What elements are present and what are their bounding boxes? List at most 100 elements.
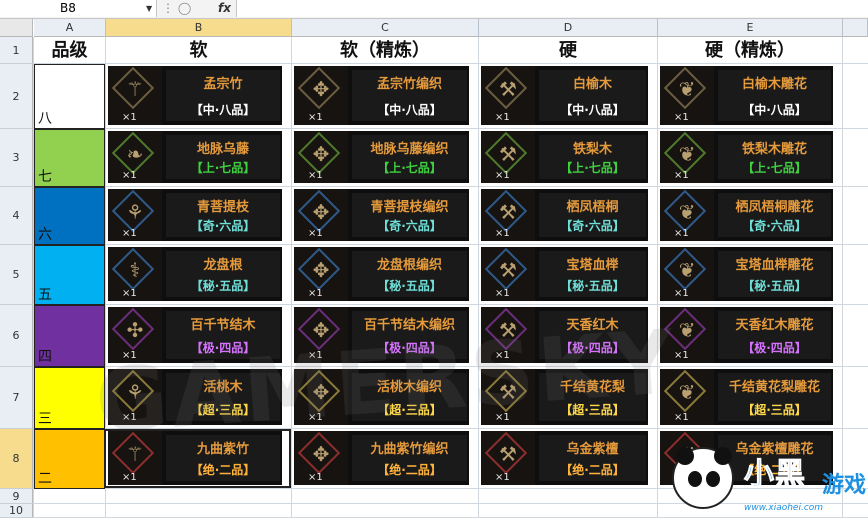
material-item[interactable]: ❦ ×1 栖凤梧桐雕花 【奇·六品】 (660, 189, 833, 241)
grade-cell[interactable]: 七 (34, 129, 105, 187)
item-name: 百千节结木 (190, 318, 256, 333)
row-header-4[interactable]: 4 (0, 187, 33, 245)
item-grade: 【绝·二品】 (377, 463, 442, 477)
material-item[interactable]: ✥ ×1 龙盘根编织 【秘·五品】 (294, 247, 469, 301)
item-name: 天香红木雕花 (735, 318, 814, 333)
item-count: ×1 (495, 288, 510, 299)
material-item[interactable]: ✥ ×1 九曲紫竹编织 【绝·二品】 (294, 431, 469, 485)
item-grade: 【奇·六品】 (190, 219, 256, 233)
item-label-panel: 千结黄花梨雕花 【超·三品】 (718, 373, 831, 421)
grade-cell[interactable]: 五 (34, 245, 105, 305)
material-item[interactable]: ⚒ ×1 宝塔血榉 【秘·五品】 (481, 247, 648, 301)
row-header-3[interactable]: 3 (0, 129, 33, 187)
item-label-panel: 白榆木 【中·八品】 (539, 70, 646, 121)
grade-label: 四 (38, 349, 52, 365)
item-count: ×1 (308, 228, 323, 239)
material-item[interactable]: ✥ ×1 青菩提枝编织 【奇·六品】 (294, 189, 469, 241)
item-count: ×1 (495, 228, 510, 239)
name-box[interactable]: B8 ▼ (0, 0, 157, 17)
item-count: ×1 (674, 412, 689, 423)
grade-cell[interactable]: 六 (34, 187, 105, 245)
material-item[interactable]: ⚒ ×1 栖凤梧桐 【奇·六品】 (481, 189, 648, 241)
select-all-corner[interactable] (0, 19, 33, 37)
item-icon-box: ✥ ×1 (294, 431, 348, 485)
item-grade: 【奇·六品】 (560, 219, 625, 233)
insert-function-icon[interactable]: fx (218, 0, 231, 17)
column-header-c[interactable]: C (292, 19, 479, 37)
material-item[interactable]: ❦ ×1 宝塔血榉雕花 【秘·五品】 (660, 247, 833, 301)
item-name: 宝塔血榉雕花 (735, 258, 814, 273)
wood-icon: ⚒ (499, 258, 517, 282)
knot-wood-icon: ✣ (126, 318, 144, 342)
material-item[interactable]: ⚒ ×1 铁梨木 【上·七品】 (481, 131, 648, 183)
material-item[interactable]: ❦ ×1 天香红木雕花 【极·四品】 (660, 307, 833, 363)
row-header-5[interactable]: 5 (0, 245, 33, 305)
row-header-8[interactable]: 8 (0, 429, 33, 489)
column-header-f[interactable] (843, 19, 868, 37)
grade-label: 二 (38, 471, 52, 487)
item-count: ×1 (122, 288, 137, 299)
header-hard[interactable]: 硬 (479, 37, 657, 64)
logo-text-2: 游戏 (822, 473, 867, 498)
item-icon-box: ✥ ×1 (294, 247, 348, 301)
column-header-b[interactable]: B (106, 19, 292, 37)
formula-input[interactable] (236, 0, 868, 17)
row-header-9[interactable]: 9 (0, 489, 33, 504)
column-header-e[interactable]: E (658, 19, 843, 37)
wood-icon: ⚒ (499, 142, 517, 166)
row-header-10[interactable]: 10 (0, 504, 33, 518)
weave-icon: ✥ (312, 442, 330, 466)
item-icon-box: ⚒ ×1 (481, 131, 535, 183)
item-name: 九曲紫竹编织 (370, 442, 449, 457)
item-grade: 【中·八品】 (742, 103, 807, 117)
row-header-2[interactable]: 2 (0, 64, 33, 129)
material-item[interactable]: ✥ ×1 孟宗竹编织 【中·八品】 (294, 66, 469, 125)
cell-reference: B8 (60, 1, 76, 15)
vine-icon: ❧ (126, 142, 144, 166)
item-count: ×1 (122, 228, 137, 239)
grade-label: 八 (38, 111, 52, 127)
item-name: 青菩提枝编织 (370, 200, 449, 215)
item-icon-box: ⚒ ×1 (481, 189, 535, 241)
item-label-panel: 青菩提枝 【奇·六品】 (166, 193, 280, 237)
formula-bar: B8 ▼ ⋮ ◯ fx (0, 0, 868, 19)
material-item[interactable]: ⚘ ×1 青菩提枝 【奇·六品】 (108, 189, 282, 241)
row-header-6[interactable]: 6 (0, 305, 33, 367)
item-icon-box: ❦ ×1 (660, 131, 714, 183)
item-name: 地脉乌藤编织 (370, 142, 449, 157)
column-header-a[interactable]: A (34, 19, 106, 37)
item-grade: 【秘·五品】 (560, 279, 625, 293)
grade-cell[interactable]: 二 (34, 429, 105, 489)
material-item[interactable]: ❦ ×1 白榆木雕花 【中·八品】 (660, 66, 833, 125)
material-item[interactable]: ❦ ×1 铁梨木雕花 【上·七品】 (660, 131, 833, 183)
item-label-panel: 地脉乌藤 【上·七品】 (166, 135, 280, 179)
material-item[interactable]: ⚒ ×1 白榆木 【中·八品】 (481, 66, 648, 125)
material-item[interactable]: ⚚ ×1 孟宗竹 【中·八品】 (108, 66, 282, 125)
item-count: ×1 (674, 228, 689, 239)
panda-icon (672, 447, 734, 509)
name-box-dropdown-icon[interactable]: ▼ (146, 0, 152, 17)
header-hard-refined[interactable]: 硬（精炼） (658, 37, 842, 64)
item-icon-box: ✥ ×1 (294, 131, 348, 183)
wood-icon: ⚒ (499, 442, 517, 466)
item-icon-box: ⚒ ×1 (481, 247, 535, 301)
header-soft[interactable]: 软 (106, 37, 291, 64)
material-item[interactable]: ⚒ ×1 乌金紫檀 【绝·二品】 (481, 431, 648, 485)
wood-icon: ⚒ (499, 77, 517, 101)
gridline-horizontal (33, 304, 868, 305)
header-grade[interactable]: 品级 (34, 37, 105, 64)
row-header-7[interactable]: 7 (0, 367, 33, 429)
formula-bar-handle-icon[interactable]: ⋮ ◯ (162, 0, 191, 17)
material-item[interactable]: ⚕ ×1 龙盘根 【秘·五品】 (108, 247, 282, 301)
header-soft-refined[interactable]: 软（精炼） (292, 37, 478, 64)
column-header-d[interactable]: D (479, 19, 658, 37)
item-name: 铁梨木 (572, 142, 612, 157)
carving-icon: ❦ (678, 200, 696, 224)
row-header-1[interactable]: 1 (0, 37, 33, 64)
material-item[interactable]: ✥ ×1 地脉乌藤编织 【上·七品】 (294, 131, 469, 183)
item-grade: 【上·七品】 (190, 161, 256, 175)
material-item[interactable]: ❦ ×1 千结黄花梨雕花 【超·三品】 (660, 369, 833, 425)
selected-cell-b8[interactable] (104, 429, 291, 488)
material-item[interactable]: ❧ ×1 地脉乌藤 【上·七品】 (108, 131, 282, 183)
grade-cell[interactable]: 八 (34, 64, 105, 129)
